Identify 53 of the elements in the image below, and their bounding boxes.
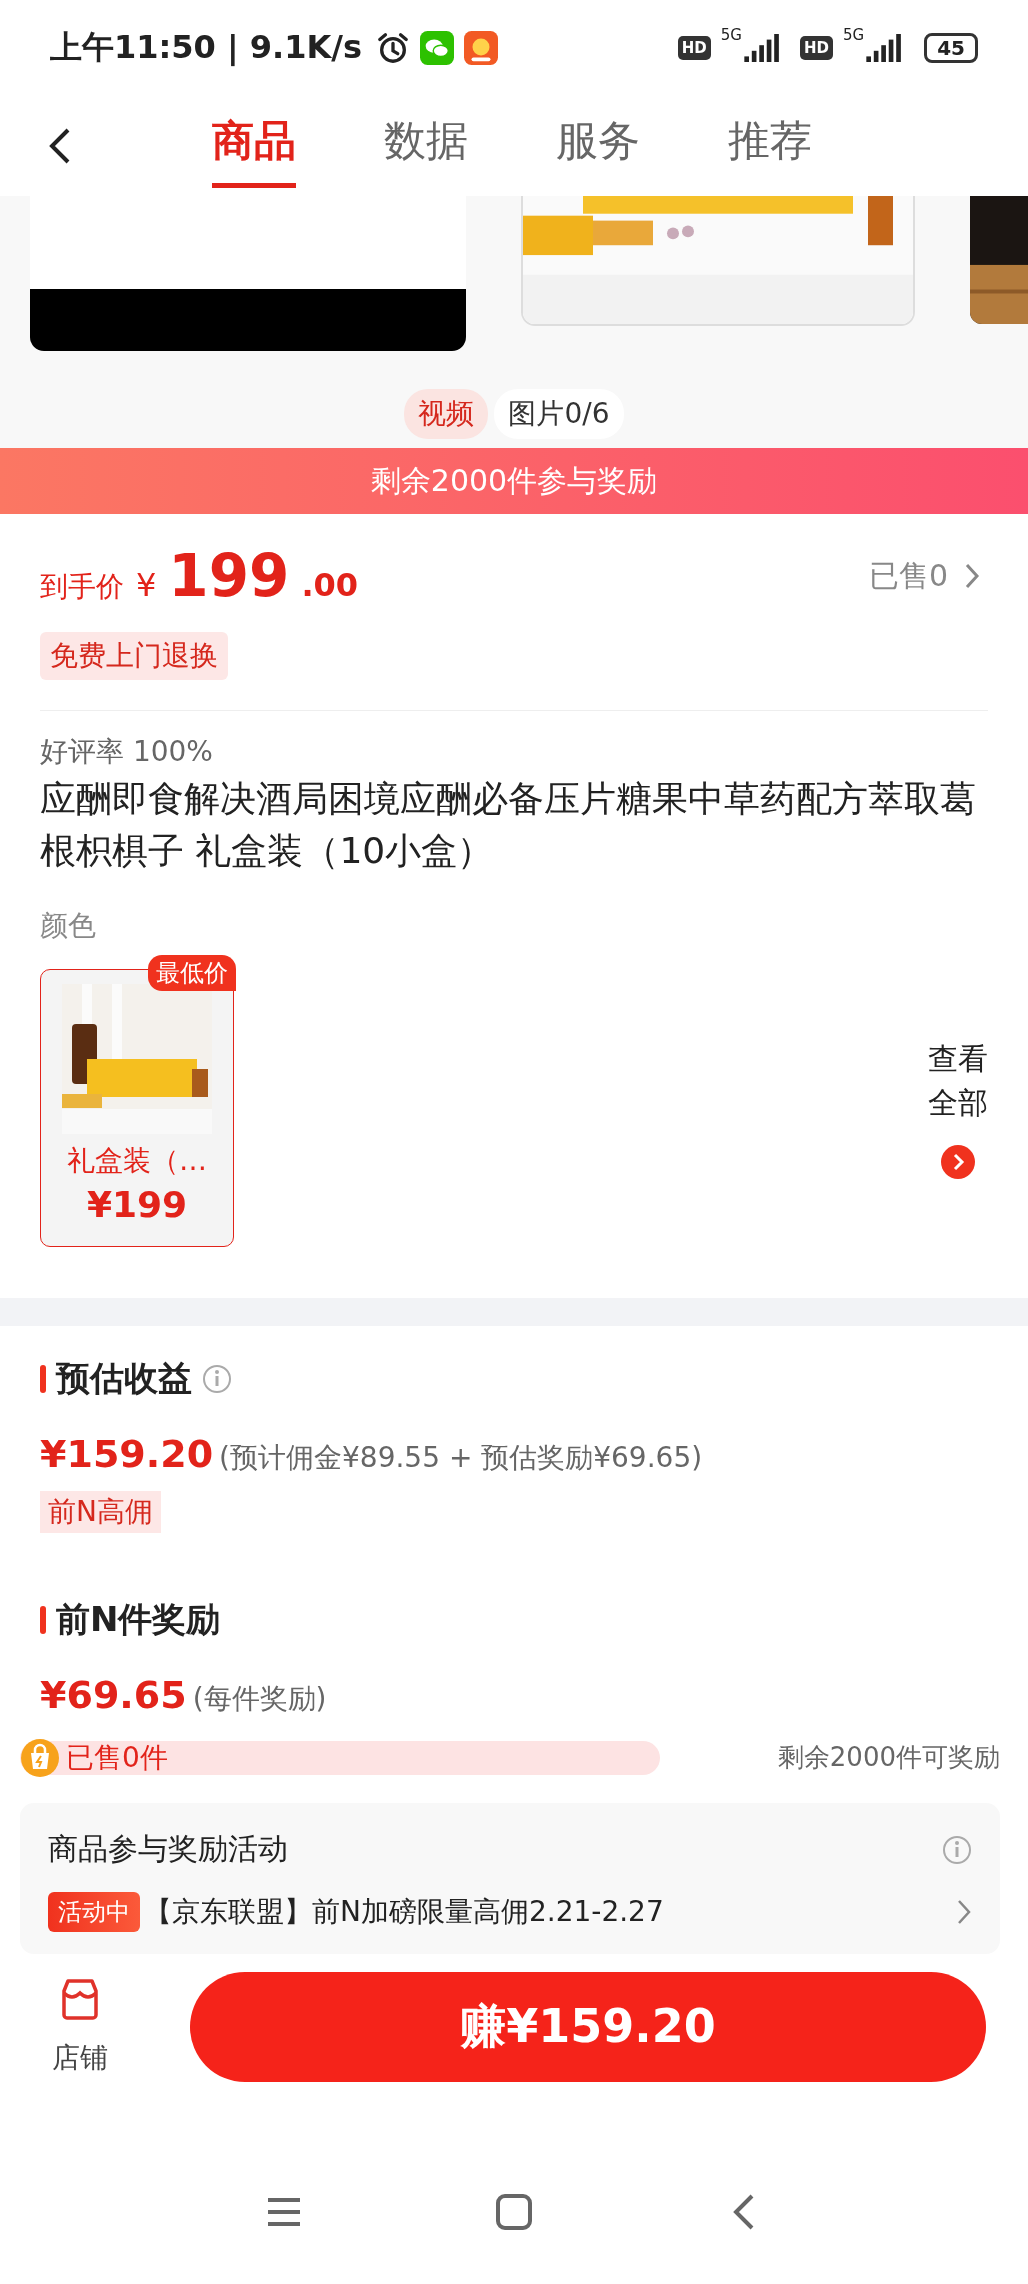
earnings-breakdown: (预计佣金¥89.55 + 预估奖励¥69.65) — [219, 1440, 703, 1476]
nav-tab[interactable]: 数据 — [384, 104, 468, 188]
section-marker — [40, 1365, 46, 1393]
option-label: 颜色 — [40, 908, 97, 944]
commission-tag: 前N高佣 — [40, 1491, 161, 1533]
variant-price: ¥199 — [86, 1184, 188, 1225]
shopping-bag-icon — [20, 1737, 60, 1778]
price-currency: ¥ — [136, 566, 157, 604]
price-decimal: .00 — [301, 566, 359, 604]
media-tab[interactable]: 图片0/6 — [494, 389, 624, 439]
arrow-right-icon[interactable] — [941, 1145, 975, 1179]
nav-tab[interactable]: 商品 — [212, 104, 296, 188]
activity-name[interactable]: 【京东联盟】前N加磅限量高佣2.21-2.27 — [144, 1893, 956, 1931]
chevron-icon[interactable] — [964, 562, 980, 590]
product-title: 应酬即食解决酒局困境应酬必备压片糖果中草药配方萃取葛根枳椇子 礼盒装（10小盒） — [40, 777, 977, 873]
price-integer: 199 — [168, 542, 290, 610]
price-label: 到手价 — [40, 569, 124, 605]
reward-amount: ¥69.65 — [40, 1673, 187, 1717]
section-marker — [40, 1606, 46, 1634]
home-icon[interactable] — [494, 2192, 534, 2232]
hd-badge: HD — [677, 36, 711, 60]
section-title: 前N件奖励 — [56, 1598, 221, 1641]
earn-button[interactable]: 赚¥159.20 — [190, 1972, 986, 2082]
rating-text: 好评率 100% — [40, 734, 214, 770]
network-label: 5G — [720, 26, 742, 44]
back-icon[interactable] — [48, 126, 72, 166]
battery-indicator: 45 — [924, 33, 978, 63]
nav-tab[interactable]: 推荐 — [728, 104, 812, 188]
activity-title: 商品参与奖励活动 — [48, 1830, 288, 1868]
media-tab[interactable]: 视频 — [404, 389, 489, 439]
signal-icon — [743, 34, 782, 62]
nav-tab[interactable]: 服务 — [556, 104, 640, 188]
status-time: 上午11:50 | 9.1K/s — [50, 27, 363, 68]
chevron-icon[interactable] — [956, 1898, 972, 1926]
chat-app-icon — [420, 31, 455, 65]
lowest-price-badge: 最低价 — [148, 955, 236, 991]
info-icon[interactable] — [202, 1364, 232, 1394]
sold-progress-text: 已售0件 — [66, 1739, 168, 1776]
service-tag: 免费上门退换 — [40, 632, 228, 680]
earnings-amount: ¥159.20 — [40, 1432, 214, 1476]
view-all-link[interactable]: 查看全部 — [928, 1037, 988, 1125]
store-label[interactable]: 店铺 — [52, 2039, 108, 2077]
network-label: 5G — [843, 26, 865, 44]
section-title: 预估收益 — [56, 1357, 192, 1400]
remaining-count: 剩余2000件可奖励 — [777, 1741, 1000, 1774]
status-badge: 活动中 — [48, 1892, 140, 1932]
alarm-icon — [376, 31, 411, 65]
sold-count[interactable]: 已售0 — [868, 555, 948, 597]
reward-banner: 剩余2000件参与奖励 — [0, 448, 1028, 514]
reward-note: (每件奖励) — [192, 1681, 327, 1717]
app-icon — [464, 31, 499, 65]
hd-badge: HD — [799, 36, 833, 60]
variant-name: 礼盒装（… — [67, 1143, 207, 1179]
